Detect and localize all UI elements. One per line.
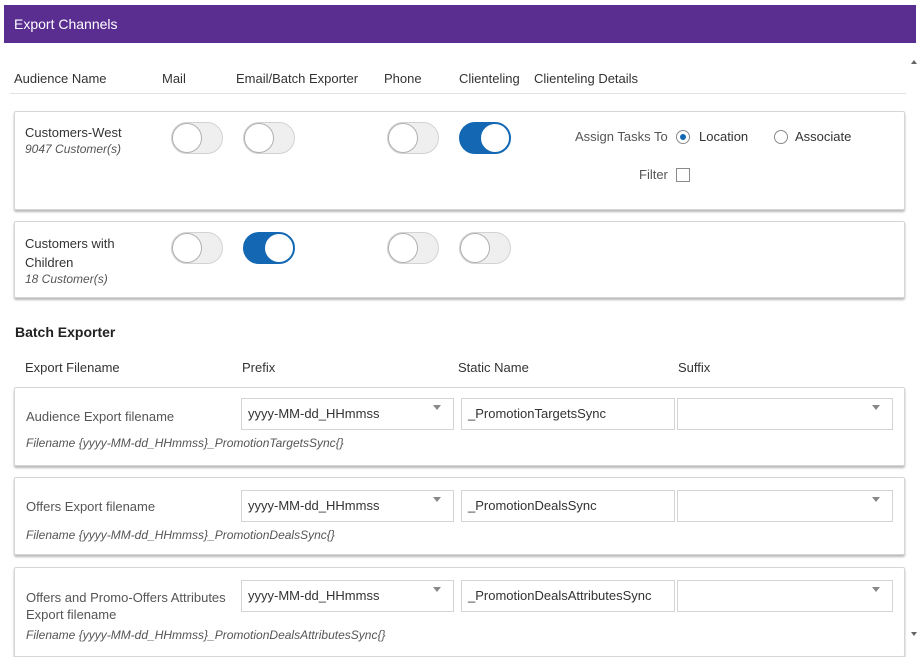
prefix-value: yyyy-MM-dd_HHmmss [248, 406, 380, 421]
column-header-clienteling: Clienteling [459, 71, 520, 86]
suffix-select[interactable] [677, 490, 893, 522]
assign-associate-label[interactable]: Associate [795, 129, 851, 144]
phone-toggle[interactable] [387, 122, 439, 154]
prefix-select[interactable]: yyyy-MM-dd_HHmmss [241, 490, 454, 522]
export-filename-label: Audience Export filename [26, 409, 175, 424]
mail-toggle[interactable] [171, 232, 223, 264]
column-header-email-batch: Email/Batch Exporter [236, 71, 359, 86]
mail-toggle[interactable] [171, 122, 223, 154]
batch-row-audience-export: Audience Export filename yyyy-MM-dd_HHmm… [14, 387, 905, 466]
export-filename-label: Offers and Promo-Offers Attributes Expor… [26, 590, 226, 622]
suffix-select[interactable] [677, 580, 893, 612]
audience-name: Customers with Children [25, 236, 115, 270]
audience-card-customers-west: Customers-West 9047 Customer(s) Assign T… [14, 111, 905, 210]
prefix-select[interactable]: yyyy-MM-dd_HHmmss [241, 580, 454, 612]
email-batch-toggle[interactable] [243, 122, 295, 154]
filename-preview: Filename {yyyy-MM-dd_HHmmss}_PromotionDe… [26, 528, 335, 542]
audience-info: Customers-West 9047 Customer(s) [25, 123, 155, 156]
column-header-mail: Mail [162, 71, 186, 86]
column-header-prefix: Prefix [242, 360, 276, 375]
static-name-value: _PromotionDealsSync [468, 498, 597, 513]
chevron-down-icon [872, 405, 880, 410]
phone-toggle[interactable] [387, 232, 439, 264]
column-header-static-name: Static Name [458, 360, 529, 375]
audience-count: 18 Customer(s) [25, 272, 108, 286]
chevron-down-icon [433, 497, 441, 502]
static-name-input[interactable]: _PromotionDealsSync [461, 490, 675, 522]
chevron-down-icon [872, 587, 880, 592]
scroll-up-arrow-icon[interactable] [911, 60, 917, 64]
clienteling-toggle[interactable] [459, 122, 511, 154]
clienteling-toggle[interactable] [459, 232, 511, 264]
column-header-export-filename: Export Filename [25, 360, 120, 375]
static-name-value: _PromotionTargetsSync [468, 406, 607, 421]
batch-row-offers-export: Offers Export filename yyyy-MM-dd_HHmmss… [14, 477, 905, 555]
filter-checkbox[interactable] [676, 168, 690, 182]
filename-preview: Filename {yyyy-MM-dd_HHmmss}_PromotionDe… [26, 628, 386, 642]
chevron-down-icon [872, 497, 880, 502]
filename-preview: Filename {yyyy-MM-dd_HHmmss}_PromotionTa… [26, 436, 344, 450]
assign-associate-radio[interactable] [774, 130, 788, 144]
filter-label: Filter [639, 167, 668, 182]
email-batch-toggle[interactable] [243, 232, 295, 264]
assign-location-label[interactable]: Location [699, 129, 748, 144]
suffix-select[interactable] [677, 398, 893, 430]
audience-name: Customers-West [25, 125, 122, 140]
static-name-input[interactable]: _PromotionTargetsSync [461, 398, 675, 430]
static-name-value: _PromotionDealsAttributesSync [468, 588, 652, 603]
chevron-down-icon [433, 405, 441, 410]
column-header-clienteling-details: Clienteling Details [534, 71, 639, 86]
header-divider [10, 93, 906, 94]
audience-card-customers-with-children: Customers with Children 18 Customer(s) [14, 221, 905, 298]
column-header-audience-name: Audience Name [14, 71, 107, 86]
audience-info: Customers with Children 18 Customer(s) [25, 234, 155, 286]
assign-location-radio[interactable] [676, 130, 690, 144]
window-title: Export Channels [14, 16, 118, 32]
prefix-value: yyyy-MM-dd_HHmmss [248, 498, 380, 513]
assign-tasks-label: Assign Tasks To [575, 129, 668, 144]
chevron-down-icon [433, 587, 441, 592]
column-header-phone: Phone [384, 71, 422, 86]
prefix-select[interactable]: yyyy-MM-dd_HHmmss [241, 398, 454, 430]
audience-count: 9047 Customer(s) [25, 142, 122, 156]
static-name-input[interactable]: _PromotionDealsAttributesSync [461, 580, 675, 612]
batch-exporter-title: Batch Exporter [15, 324, 116, 340]
scroll-down-arrow-icon[interactable] [911, 632, 917, 636]
prefix-value: yyyy-MM-dd_HHmmss [248, 588, 380, 603]
column-header-suffix: Suffix [678, 360, 711, 375]
export-filename-label: Offers Export filename [26, 499, 156, 514]
batch-row-offers-attributes-export: Offers and Promo-Offers Attributes Expor… [14, 567, 905, 657]
window-title-bar: Export Channels [4, 5, 916, 43]
vertical-scrollbar[interactable] [910, 43, 920, 653]
